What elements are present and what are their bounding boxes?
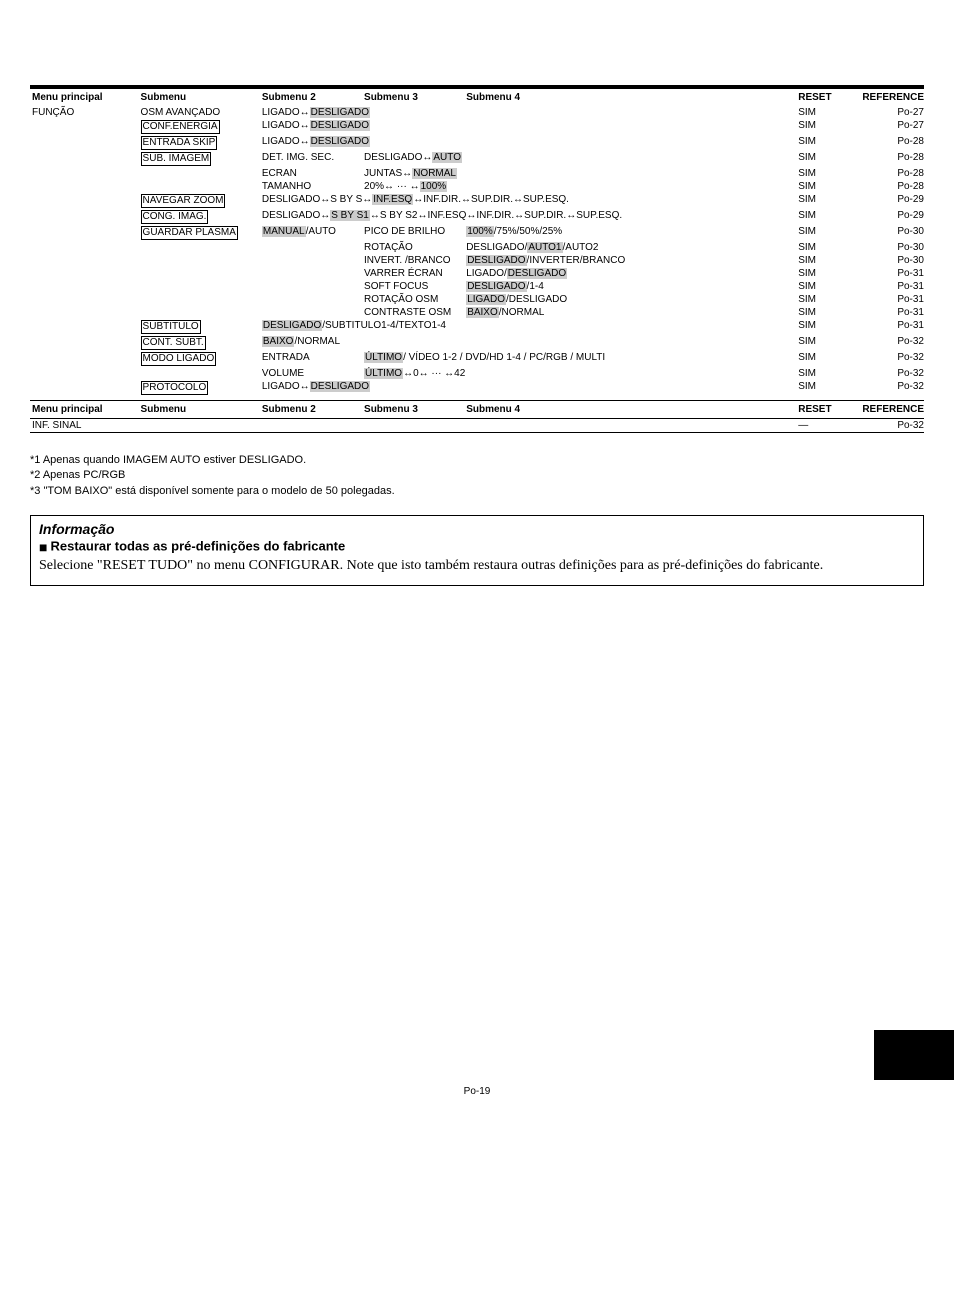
info-title: Informação: [39, 520, 915, 538]
header2-sub4: Submenu 4: [464, 401, 796, 418]
inf-sinal-reset: —: [796, 419, 853, 432]
note-3: *3 "TOM BAIXO" está disponível somente p…: [30, 484, 924, 499]
menu-table: Menu principal Submenu Submenu 2 Submenu…: [30, 89, 924, 396]
table-row: VARRER ÉCRANLIGADO/DESLIGADOSIMPo-31: [30, 267, 924, 280]
header-ref: REFERENCE: [854, 89, 924, 106]
header2-main: Menu principal: [30, 401, 139, 418]
header-sub2: Submenu 2: [260, 89, 362, 106]
header2-sub: Submenu: [139, 401, 260, 418]
table-row: CONF.ENERGIALIGADO↔DESLIGADOSIMPo-27: [30, 119, 924, 135]
inf-sinal: INF. SINAL: [30, 419, 139, 432]
table-row: SUBTITULODESLIGADO/SUBTITULO1-4/TEXTO1-4…: [30, 319, 924, 335]
table-row: ECRANJUNTAS↔NORMALSIMPo-28: [30, 167, 924, 180]
table-row: TAMANHO20%↔ ··· ↔100%SIMPo-28: [30, 180, 924, 193]
footnotes: *1 Apenas quando IMAGEM AUTO estiver DES…: [30, 453, 924, 499]
table-row: SUB. IMAGEMDET. IMG. SEC.DESLIGADO↔AUTOS…: [30, 151, 924, 167]
table-row: FUNÇÃOOSM AVANÇADOLIGADO↔DESLIGADOSIMPo-…: [30, 106, 924, 119]
table-row: INVERT. /BRANCODESLIGADO/INVERTER/BRANCO…: [30, 254, 924, 267]
header2-sub3: Submenu 3: [362, 401, 464, 418]
note-2: *2 Apenas PC/RGB: [30, 468, 924, 483]
table-row: GUARDAR PLASMAMANUAL/AUTOPICO DE BRILHO1…: [30, 225, 924, 241]
table-row: CONG. IMAG.DESLIGADO↔S BY S1↔S BY S2↔INF…: [30, 209, 924, 225]
menu-table-2: Menu principal Submenu Submenu 2 Submenu…: [30, 401, 924, 418]
table-row: PROTOCOLOLIGADO↔DESLIGADOSIMPo-32: [30, 380, 924, 396]
header-main: Menu principal: [30, 89, 139, 106]
note-1: *1 Apenas quando IMAGEM AUTO estiver DES…: [30, 453, 924, 468]
info-body: Selecione "RESET TUDO" no menu CONFIGURA…: [39, 557, 915, 575]
signal-row: INF. SINAL — Po-32: [30, 419, 924, 432]
table-row: SOFT FOCUSDESLIGADO/1-4SIMPo-31: [30, 280, 924, 293]
header-sub: Submenu: [139, 89, 260, 106]
table-row: CONT. SUBT.BAIXO/NORMALSIMPo-32: [30, 335, 924, 351]
side-tab: [874, 1030, 954, 1080]
table-row: MODO LIGADOENTRADAÚLTIMO/ VÍDEO 1-2 / DV…: [30, 351, 924, 367]
inf-sinal-ref: Po-32: [854, 419, 924, 432]
header2-sub2: Submenu 2: [260, 401, 362, 418]
header-sub4: Submenu 4: [464, 89, 796, 106]
info-heading: Restaurar todas as pré-definições do fab…: [50, 539, 345, 554]
header2-ref: REFERENCE: [854, 401, 924, 418]
header2-reset: RESET: [796, 401, 853, 418]
table-row: ROTAÇÃO OSMLIGADO/DESLIGADOSIMPo-31: [30, 293, 924, 306]
header-sub3: Submenu 3: [362, 89, 464, 106]
table-row: NAVEGAR ZOOMDESLIGADO↔S BY S↔INF.ESQ↔INF…: [30, 193, 924, 209]
header-reset: RESET: [796, 89, 853, 106]
table-row: VOLUMEÚLTIMO↔0↔ ··· ↔42SIMPo-32: [30, 367, 924, 380]
info-box: Informação ■Restaurar todas as pré-defin…: [30, 515, 924, 586]
square-bullet-icon: ■: [39, 538, 47, 556]
table-row: ROTAÇÃODESLIGADO/AUTO1/AUTO2SIMPo-30: [30, 241, 924, 254]
table-row: ENTRADA SKIPLIGADO↔DESLIGADOSIMPo-28: [30, 135, 924, 151]
table-row: CONTRASTE OSMBAIXO/NORMALSIMPo-31: [30, 306, 924, 319]
page-number: Po-19: [30, 1086, 924, 1097]
